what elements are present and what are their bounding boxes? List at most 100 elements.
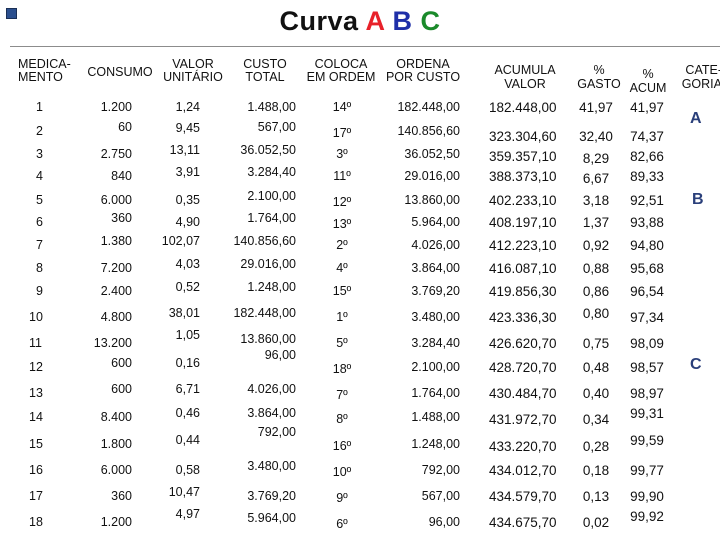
cell-ordem: 12º bbox=[332, 195, 352, 209]
cell-custo-total: 182.448,00 bbox=[233, 306, 296, 320]
cell-valor-unitario: 3,91 bbox=[175, 165, 200, 179]
cell-custo-total: 5.964,00 bbox=[247, 511, 296, 525]
cell-pct-acum: 98,57 bbox=[630, 360, 664, 375]
cell-acumula-valor: 323.304,60 bbox=[489, 129, 557, 144]
cell-ordena-custo: 3.769,20 bbox=[411, 284, 460, 298]
cell-custo-total: 140.856,60 bbox=[233, 234, 296, 248]
cell-pct-acum: 94,80 bbox=[630, 238, 664, 253]
header-pct-acum: % ACUM bbox=[629, 67, 667, 95]
cell-pct-acum: 93,88 bbox=[630, 215, 664, 230]
cell-pct-acum: 92,51 bbox=[630, 193, 664, 208]
cell-valor-unitario: 9,45 bbox=[175, 121, 200, 135]
cell-pct-acum: 99,59 bbox=[630, 433, 664, 448]
cell-medicamento: 17 bbox=[29, 489, 43, 503]
cell-acumula-valor: 419.856,30 bbox=[489, 284, 557, 299]
cell-valor-unitario: 0,35 bbox=[175, 193, 200, 207]
cell-valor-unitario: 4,97 bbox=[175, 507, 200, 521]
cell-ordena-custo: 1.488,00 bbox=[411, 410, 460, 424]
cell-ordena-custo: 3.284,40 bbox=[411, 336, 460, 350]
cell-custo-total: 4.026,00 bbox=[247, 382, 296, 396]
cell-valor-unitario: 0,44 bbox=[175, 433, 200, 447]
cell-custo-total: 96,00 bbox=[264, 348, 296, 362]
cell-pct-acum: 82,66 bbox=[630, 149, 664, 164]
cell-ordem: 14º bbox=[332, 100, 352, 114]
cell-custo-total: 1.248,00 bbox=[247, 280, 296, 294]
cell-medicamento: 11 bbox=[29, 336, 42, 350]
cell-ordena-custo: 96,00 bbox=[428, 515, 460, 529]
cell-medicamento: 15 bbox=[29, 437, 43, 451]
cell-acumula-valor: 402.233,10 bbox=[489, 193, 557, 208]
cell-pct-acum: 97,34 bbox=[630, 310, 664, 325]
cell-pct-acum: 99,77 bbox=[630, 463, 664, 478]
cell-medicamento: 18 bbox=[29, 515, 43, 529]
cell-ordem: 11º bbox=[333, 169, 351, 183]
cell-acumula-valor: 408.197,10 bbox=[489, 215, 557, 230]
cell-custo-total: 1.488,00 bbox=[247, 100, 296, 114]
header-consumo: CONSUMO bbox=[87, 65, 153, 79]
cell-acumula-valor: 416.087,10 bbox=[489, 261, 557, 276]
cell-valor-unitario: 102,07 bbox=[161, 234, 200, 248]
header-pct-gasto: % GASTO bbox=[577, 63, 621, 91]
cell-acumula-valor: 433.220,70 bbox=[489, 439, 557, 454]
cell-valor-unitario: 4,03 bbox=[175, 257, 200, 271]
cell-ordem: 4º bbox=[336, 261, 348, 275]
cell-acumula-valor: 359.357,10 bbox=[489, 149, 557, 164]
cell-acumula-valor: 431.972,70 bbox=[489, 412, 557, 427]
cell-ordena-custo: 792,00 bbox=[421, 463, 460, 477]
cell-pct-acum: 99,90 bbox=[630, 489, 664, 504]
category-a-label: A bbox=[690, 110, 702, 127]
cell-ordena-custo: 3.480,00 bbox=[411, 310, 460, 324]
cell-custo-total: 3.480,00 bbox=[247, 459, 296, 473]
cell-ordem: 6º bbox=[336, 517, 348, 531]
cell-medicamento: 14 bbox=[29, 410, 43, 424]
cell-ordena-custo: 4.026,00 bbox=[411, 238, 460, 252]
cell-ordem: 10º bbox=[332, 465, 352, 479]
cell-pct-acum: 99,92 bbox=[630, 509, 664, 524]
cell-acumula-valor: 182.448,00 bbox=[489, 100, 557, 115]
cell-pct-acum: 95,68 bbox=[630, 261, 664, 276]
cell-custo-total: 3.284,40 bbox=[247, 165, 296, 179]
cell-ordem: 8º bbox=[336, 412, 348, 426]
cell-medicamento: 13 bbox=[29, 386, 43, 400]
header-coloca-ordem: COLOCA EM ORDEM bbox=[306, 57, 376, 84]
cell-ordena-custo: 13.860,00 bbox=[404, 193, 460, 207]
cell-ordena-custo: 5.964,00 bbox=[411, 215, 460, 229]
cell-ordena-custo: 140.856,60 bbox=[397, 124, 460, 138]
cell-ordem: 7º bbox=[336, 388, 348, 402]
cell-ordem: 1º bbox=[336, 310, 348, 324]
category-c-label: C bbox=[690, 356, 702, 373]
cell-ordem: 18º bbox=[332, 362, 352, 376]
cell-ordena-custo: 567,00 bbox=[421, 489, 460, 503]
cell-valor-unitario: 38,01 bbox=[168, 306, 200, 320]
cell-ordem: 2º bbox=[336, 238, 348, 252]
cell-valor-unitario: 6,71 bbox=[175, 382, 200, 396]
header-ordena-custo: ORDENA POR CUSTO bbox=[385, 57, 461, 84]
cell-ordena-custo: 1.248,00 bbox=[411, 437, 460, 451]
cell-valor-unitario: 1,05 bbox=[175, 328, 200, 342]
cell-custo-total: 36.052,50 bbox=[240, 143, 296, 157]
cell-ordem: 3º bbox=[336, 147, 348, 161]
cell-acumula-valor: 434.012,70 bbox=[489, 463, 557, 478]
header-categoria: CATE- GORIA bbox=[681, 63, 720, 91]
cell-ordena-custo: 3.864,00 bbox=[411, 261, 460, 275]
cell-ordem: 13º bbox=[332, 217, 352, 231]
cell-pct-acum: 74,37 bbox=[630, 129, 664, 144]
cell-custo-total: 3.769,20 bbox=[247, 489, 296, 503]
cell-valor-unitario: 10,47 bbox=[168, 485, 200, 499]
cell-acumula-valor: 434.675,70 bbox=[489, 515, 557, 530]
slide-title: Curva A B C bbox=[0, 6, 720, 37]
cell-ordena-custo: 2.100,00 bbox=[411, 360, 460, 374]
cell-valor-unitario: 13,11 bbox=[169, 143, 200, 157]
cell-pct-acum: 41,97 bbox=[630, 100, 664, 115]
cell-custo-total: 2.100,00 bbox=[247, 189, 296, 203]
cell-pct-acum: 98,09 bbox=[630, 336, 664, 351]
cell-ordena-custo: 1.764,00 bbox=[411, 386, 460, 400]
cell-acumula-valor: 412.223,10 bbox=[489, 238, 557, 253]
cell-pct-acum: 98,97 bbox=[630, 386, 664, 401]
title-divider bbox=[10, 46, 720, 47]
cell-acumula-valor: 430.484,70 bbox=[489, 386, 557, 401]
cell-custo-total: 3.864,00 bbox=[247, 406, 296, 420]
cell-custo-total: 13.860,00 bbox=[240, 332, 296, 346]
cell-valor-unitario: 0,16 bbox=[175, 356, 200, 370]
cell-valor-unitario: 0,52 bbox=[175, 280, 200, 294]
